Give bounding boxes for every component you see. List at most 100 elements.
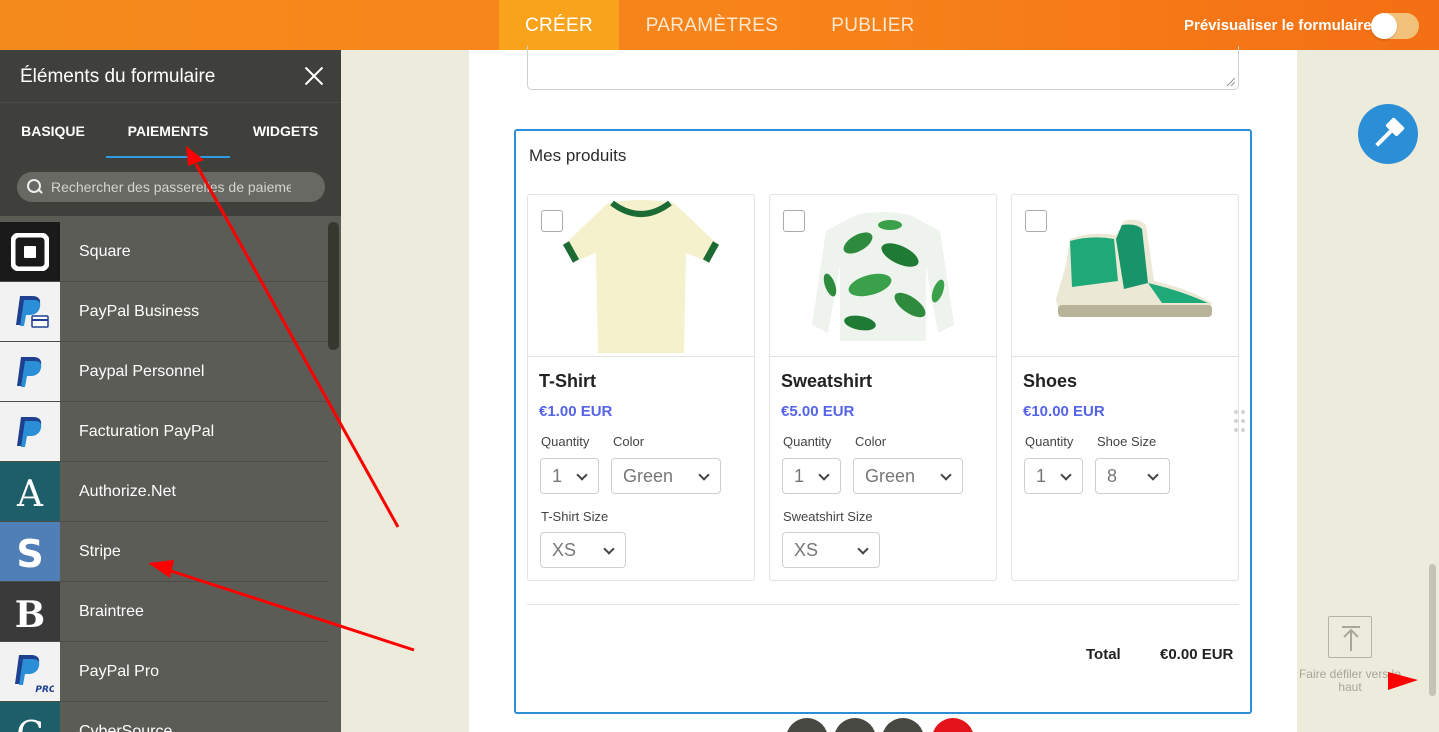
chevron-down-icon	[698, 469, 710, 481]
top-bar: CRÉER PARAMÈTRES PUBLIER Prévisualiser l…	[0, 0, 1439, 50]
product-price: €5.00 EUR	[781, 403, 855, 420]
quantity-select[interactable]: 1	[540, 458, 599, 494]
gateway-label: Authorize.Net	[79, 483, 176, 500]
chevron-down-icon	[940, 469, 952, 481]
tab-create[interactable]: CRÉER	[499, 0, 619, 50]
stripe-icon: S	[0, 522, 60, 581]
product-card-tshirt: T-Shirt €1.00 EUR Quantity Color 1 Green…	[527, 194, 755, 581]
product-price: €1.00 EUR	[539, 403, 613, 420]
tab-basic[interactable]: BASIQUE	[0, 103, 106, 159]
option-label: Shoe Size	[1097, 434, 1157, 449]
tab-widgets[interactable]: WIDGETS	[230, 103, 341, 159]
shoe-size-select[interactable]: 8	[1095, 458, 1170, 494]
scroll-to-top[interactable]: Faire défiler vers le haut	[1298, 616, 1402, 694]
size-select[interactable]: XS	[782, 532, 880, 568]
paint-roller-icon	[1375, 117, 1405, 147]
square-logo-icon	[0, 222, 60, 281]
svg-text:A: A	[16, 474, 44, 514]
product-card-sweatshirt: Sweatshirt €5.00 EUR Quantity Color 1 Gr…	[769, 194, 997, 581]
cybersource-icon: C	[0, 702, 60, 732]
resize-grip-icon[interactable]	[1227, 78, 1235, 86]
svg-text:PRO: PRO	[35, 685, 54, 695]
page-scrollbar[interactable]	[1429, 564, 1436, 696]
sidebar-scrollbar[interactable]	[328, 222, 339, 350]
gateway-label: Stripe	[79, 543, 121, 560]
braintree-icon: B	[0, 582, 60, 641]
total-value: €0.00 EUR	[1160, 646, 1234, 663]
products-widget[interactable]: Mes produits T-Shirt €1.00 EUR Quantity …	[514, 129, 1252, 714]
gateway-item-paypal-billing[interactable]: Facturation PayPal	[0, 402, 327, 462]
option-label: T-Shirt Size	[541, 509, 609, 524]
quantity-select[interactable]: 1	[782, 458, 841, 494]
product-name: Shoes	[1023, 371, 1078, 391]
gateway-item-stripe[interactable]: S Stripe	[0, 522, 327, 582]
select-value: 1	[794, 466, 805, 486]
product-card-shoes: Shoes €10.00 EUR Quantity Shoe Size 1 8	[1011, 194, 1239, 581]
gateway-label: Facturation PayPal	[79, 423, 215, 440]
arrow-up-icon	[1328, 616, 1372, 658]
sidebar-tabs: BASIQUE PAIEMENTS WIDGETS	[0, 102, 341, 159]
svg-text:B: B	[15, 594, 45, 634]
chevron-down-icon	[857, 543, 869, 555]
tab-publish[interactable]: PUBLIER	[818, 0, 928, 50]
product-checkbox[interactable]	[783, 210, 805, 232]
sidebar-title: Éléments du formulaire	[20, 66, 216, 87]
gateway-item-authorize-net[interactable]: A Authorize.Net	[0, 462, 327, 522]
color-select[interactable]: Green	[611, 458, 721, 494]
toggle-knob	[1371, 13, 1397, 39]
gateway-label: CyberSource	[79, 723, 173, 732]
tab-settings[interactable]: PARAMÈTRES	[632, 0, 792, 50]
preview-toggle[interactable]	[1371, 13, 1419, 39]
gateway-item-braintree[interactable]: B Braintree	[0, 582, 327, 642]
close-icon[interactable]	[302, 64, 326, 88]
paypal-icon	[0, 342, 60, 401]
authorize-net-icon: A	[0, 462, 60, 521]
products-title: Mes produits	[529, 146, 627, 165]
chevron-down-icon	[818, 469, 830, 481]
select-value: 1	[552, 466, 563, 486]
search-box	[17, 172, 325, 202]
option-label: Quantity	[1025, 434, 1074, 449]
option-label: Quantity	[783, 434, 832, 449]
product-checkbox[interactable]	[1025, 210, 1047, 232]
search-icon	[27, 179, 43, 195]
select-value: 8	[1107, 466, 1118, 486]
product-price: €10.00 EUR	[1023, 403, 1105, 420]
chevron-down-icon	[576, 469, 588, 481]
product-name: T-Shirt	[539, 371, 596, 391]
option-label: Sweatshirt Size	[783, 509, 873, 524]
gateway-list: Square PayPal Business Paypal Personnel …	[0, 222, 327, 732]
scroll-top-label: Faire défiler vers le haut	[1298, 667, 1402, 694]
color-select[interactable]: Green	[853, 458, 963, 494]
gateway-item-paypal-business[interactable]: PayPal Business	[0, 282, 327, 342]
search-wrap	[0, 158, 341, 216]
option-label: Quantity	[541, 434, 590, 449]
preview-label: Prévisualiser le formulaire	[1184, 17, 1372, 34]
gateway-search-input[interactable]	[51, 172, 291, 202]
gateway-item-square[interactable]: Square	[0, 222, 327, 282]
sidebar-header: Éléments du formulaire	[0, 50, 341, 102]
gateway-item-paypal-pro[interactable]: PRO PayPal Pro	[0, 642, 327, 702]
product-checkbox[interactable]	[541, 210, 563, 232]
form-elements-sidebar: Éléments du formulaire BASIQUE PAIEMENTS…	[0, 50, 341, 732]
svg-text:C: C	[16, 715, 44, 732]
drag-handle-icon[interactable]	[1234, 410, 1246, 434]
paypal-business-icon	[0, 282, 60, 341]
gateway-label: Square	[79, 243, 131, 260]
gateway-item-paypal-personal[interactable]: Paypal Personnel	[0, 342, 327, 402]
size-select[interactable]: XS	[540, 532, 626, 568]
gateway-item-cybersource[interactable]: C CyberSource	[0, 702, 327, 732]
gateway-label: Paypal Personnel	[79, 363, 205, 380]
divider	[527, 604, 1239, 605]
quantity-select[interactable]: 1	[1024, 458, 1083, 494]
option-label: Color	[855, 434, 887, 449]
select-value: XS	[794, 540, 819, 560]
total-label: Total	[1086, 646, 1121, 663]
form-designer-button[interactable]	[1358, 104, 1418, 164]
form-canvas: Mes produits T-Shirt €1.00 EUR Quantity …	[469, 46, 1297, 732]
tab-payments[interactable]: PAIEMENTS	[106, 103, 230, 159]
textarea-field[interactable]	[527, 46, 1239, 90]
select-value: Green	[865, 466, 916, 486]
select-value: 1	[1036, 466, 1047, 486]
select-value: XS	[552, 540, 577, 560]
